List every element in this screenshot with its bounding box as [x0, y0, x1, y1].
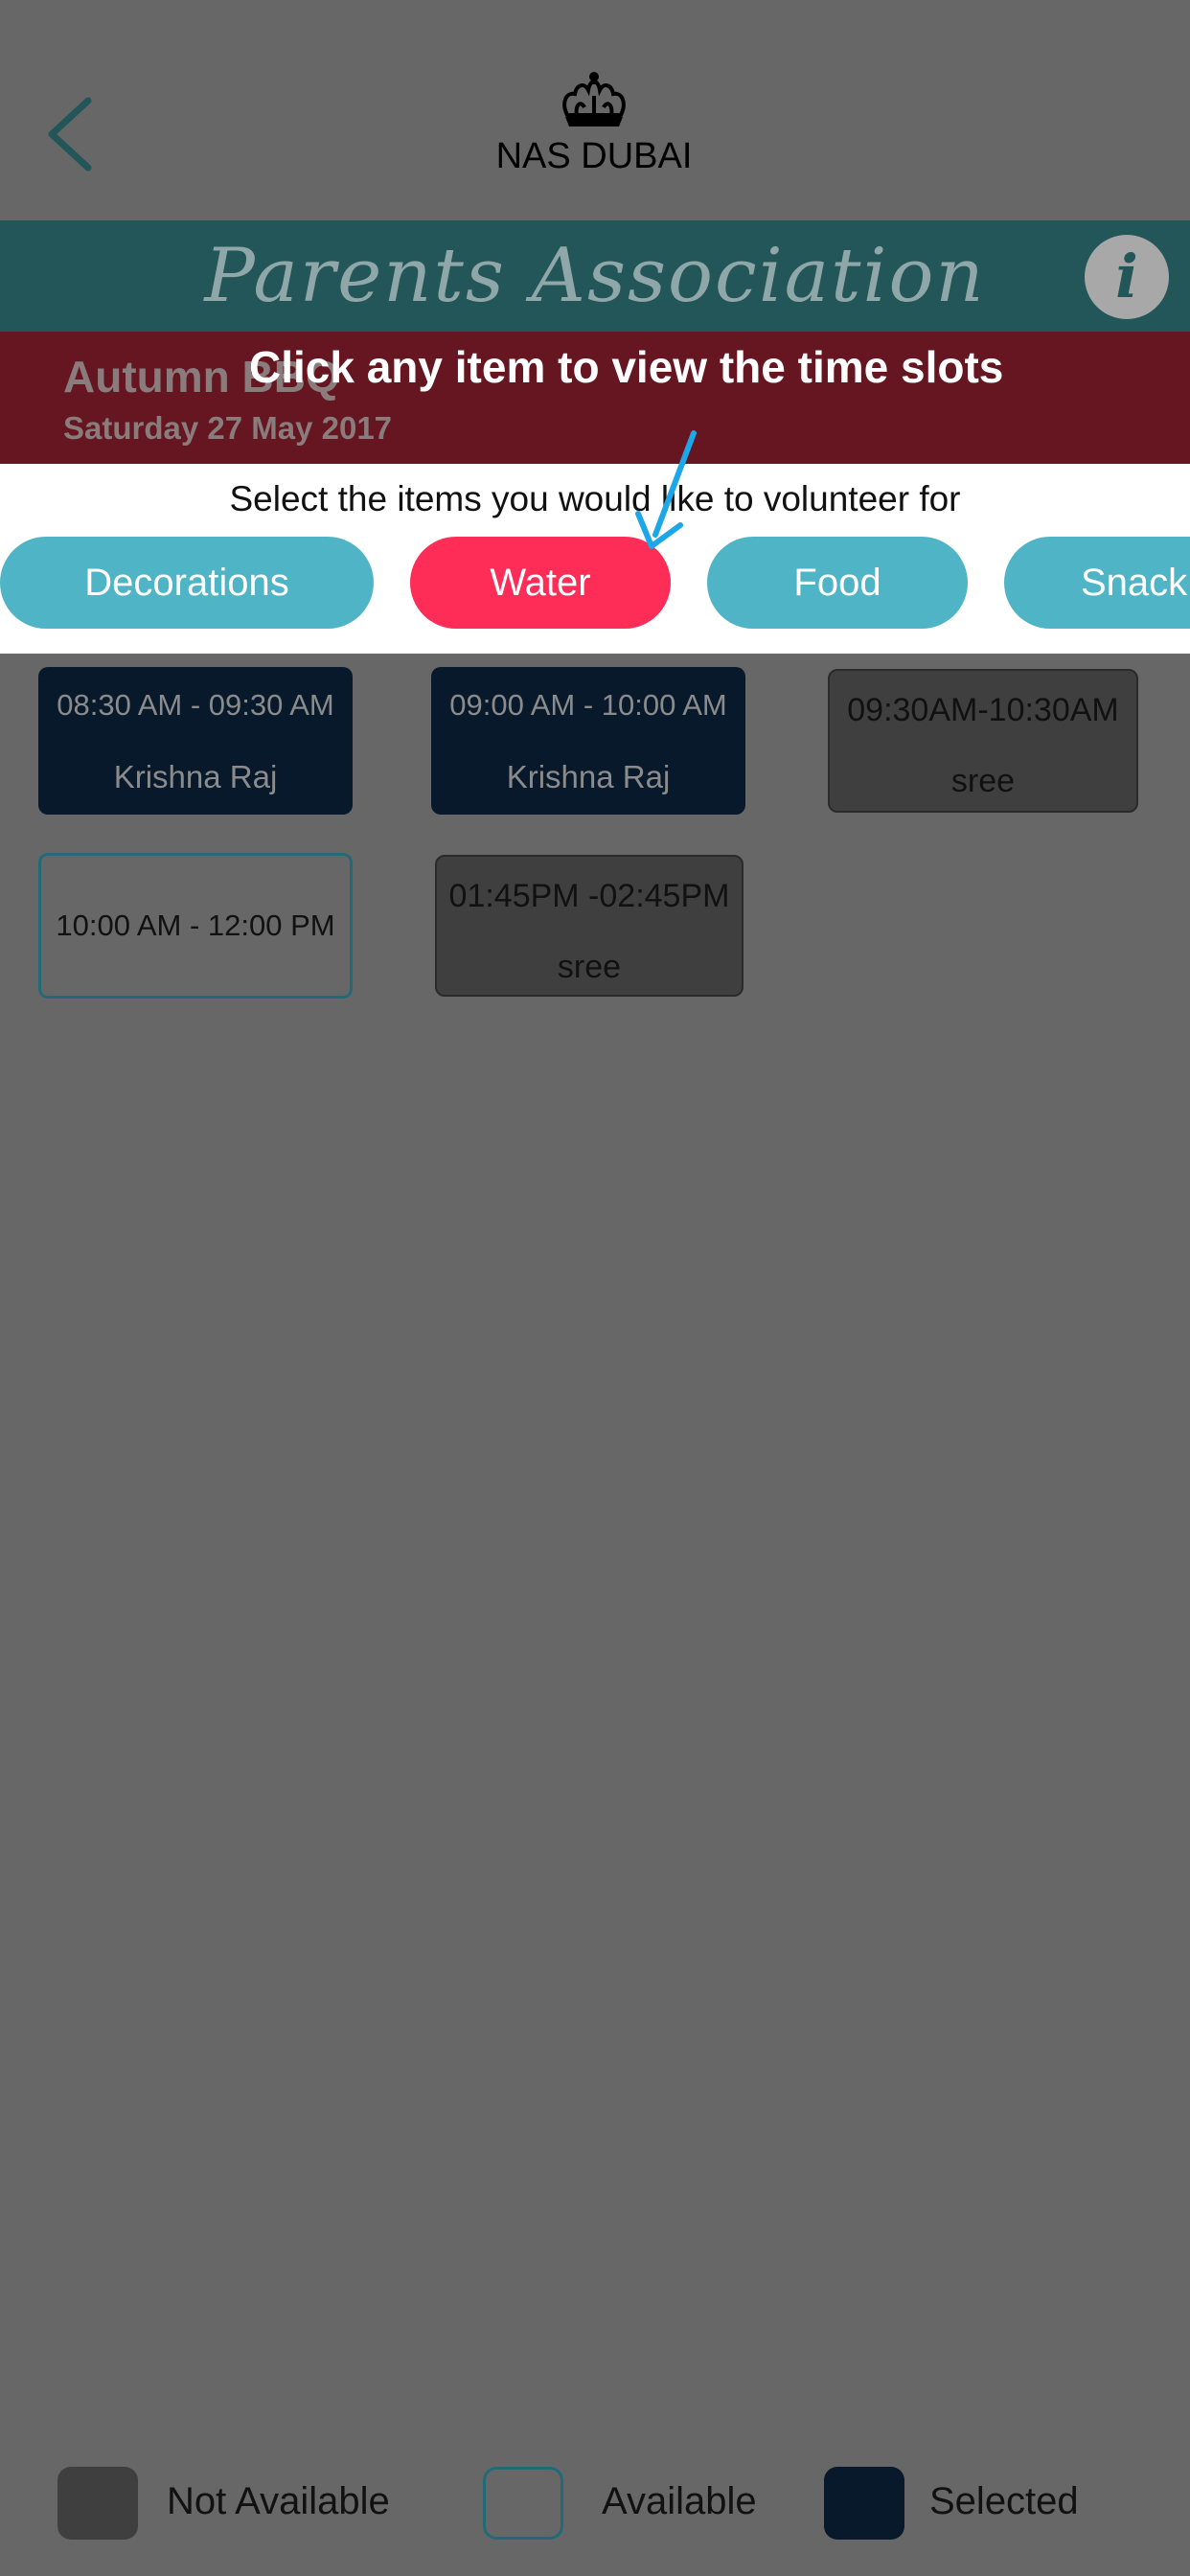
time-slot[interactable]: 08:30 AM - 09:30 AM Krishna Raj	[38, 667, 353, 815]
app-header: NAS DUBAI	[0, 0, 1190, 220]
time-slot[interactable]: 01:45PM -02:45PM sree	[435, 855, 744, 997]
legend-label: Not Available	[167, 2480, 390, 2522]
legend-swatch-not-available	[57, 2467, 138, 2540]
coachmark-hint: Click any item to view the time slots	[249, 342, 1004, 392]
banner-title: Parents Association	[204, 233, 986, 319]
time-slot[interactable]: 09:00 AM - 10:00 AM Krishna Raj	[431, 667, 745, 815]
legend-not-available: Not Available	[57, 2467, 402, 2540]
crown-icon	[562, 72, 626, 126]
slot-volunteer: sree	[557, 949, 622, 985]
slot-time: 10:00 AM - 12:00 PM	[56, 908, 335, 942]
legend-label: Selected	[929, 2480, 1079, 2522]
info-button[interactable]: i	[1085, 235, 1169, 319]
legend-selected: Selected	[824, 2467, 1111, 2540]
legend-available: Available	[483, 2467, 770, 2540]
time-slot[interactable]: 10:00 AM - 12:00 PM	[38, 853, 353, 999]
legend-label: Available	[602, 2480, 757, 2522]
parents-association-banner: Parents Association	[0, 220, 1190, 332]
slot-time: 09:00 AM - 10:00 AM	[449, 688, 727, 722]
slot-time: 09:30AM-10:30AM	[847, 692, 1119, 728]
slot-volunteer: Krishna Raj	[113, 759, 278, 794]
select-instruction: Select the items you would like to volun…	[229, 479, 961, 518]
chevron-left-icon	[48, 97, 92, 172]
legend-swatch-available	[483, 2467, 563, 2540]
event-date: Saturday 27 May 2017	[63, 410, 393, 446]
item-pill-snack[interactable]: Snack	[1004, 537, 1190, 629]
slot-volunteer: Krishna Raj	[506, 759, 671, 794]
pointer-arrow-icon	[635, 430, 697, 549]
slot-time: 01:45PM -02:45PM	[448, 878, 730, 914]
item-pill-food[interactable]: Food	[707, 537, 968, 629]
logo-text: NAS DUBAI	[495, 136, 693, 176]
time-slot[interactable]: 09:30AM-10:30AM sree	[828, 669, 1138, 813]
item-pill-decorations[interactable]: Decorations	[0, 537, 374, 629]
school-logo: NAS DUBAI	[441, 67, 747, 192]
slot-time: 08:30 AM - 09:30 AM	[57, 688, 334, 722]
item-selector-panel: Select the items you would like to volun…	[0, 464, 1190, 654]
legend-swatch-selected	[824, 2467, 904, 2540]
back-button[interactable]	[38, 91, 105, 177]
slot-volunteer: sree	[950, 763, 1016, 799]
